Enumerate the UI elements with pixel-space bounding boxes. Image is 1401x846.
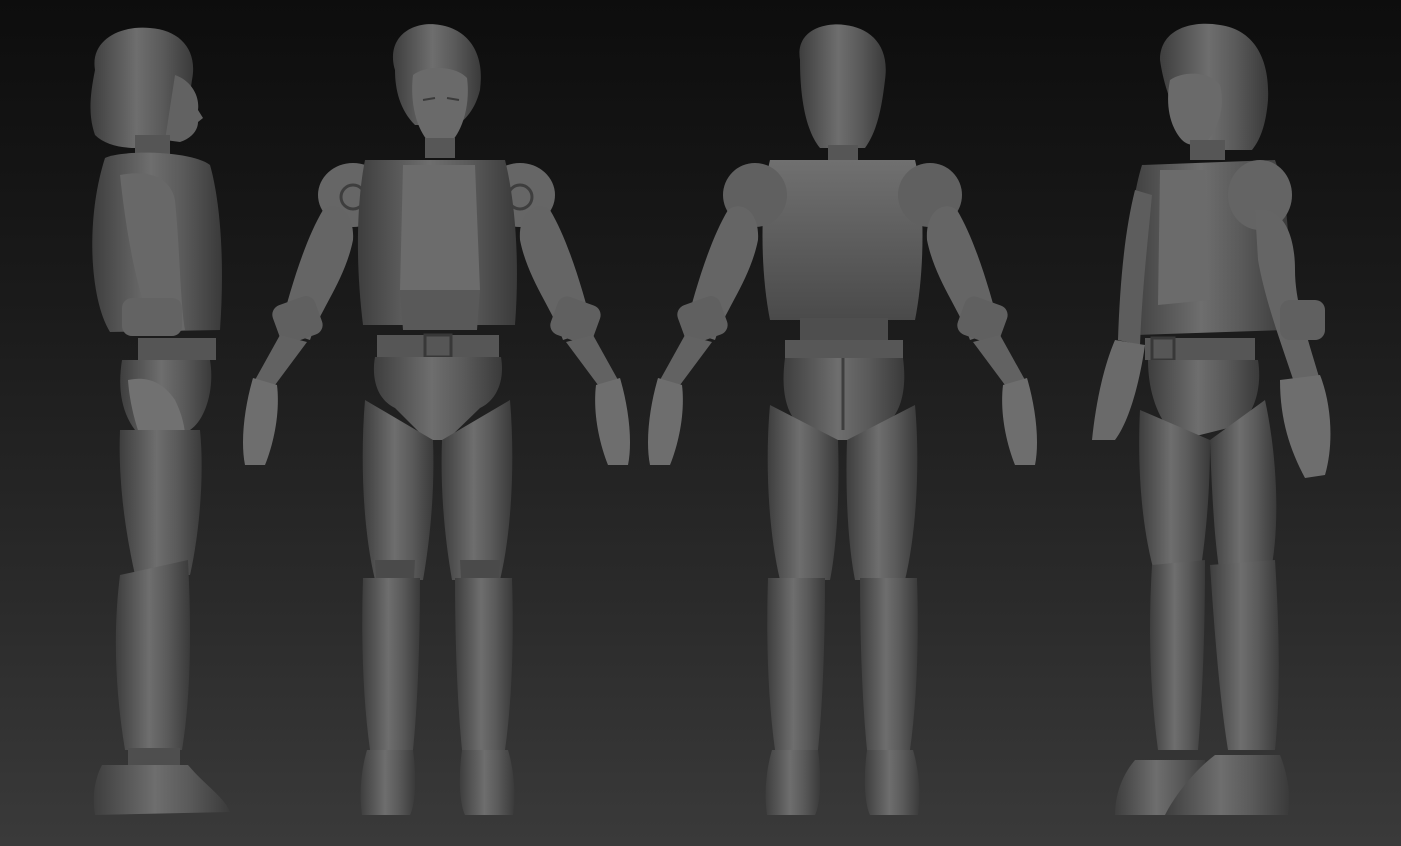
side-figure <box>90 27 230 815</box>
back-view <box>640 0 1045 846</box>
front-figure <box>242 24 631 815</box>
front-view <box>235 0 640 846</box>
sculpt-viewport <box>0 0 1401 846</box>
side-left-view <box>80 0 250 846</box>
three-quarter-figure <box>1092 23 1331 815</box>
back-figure <box>647 24 1038 815</box>
three-quarter-view <box>1080 0 1350 846</box>
